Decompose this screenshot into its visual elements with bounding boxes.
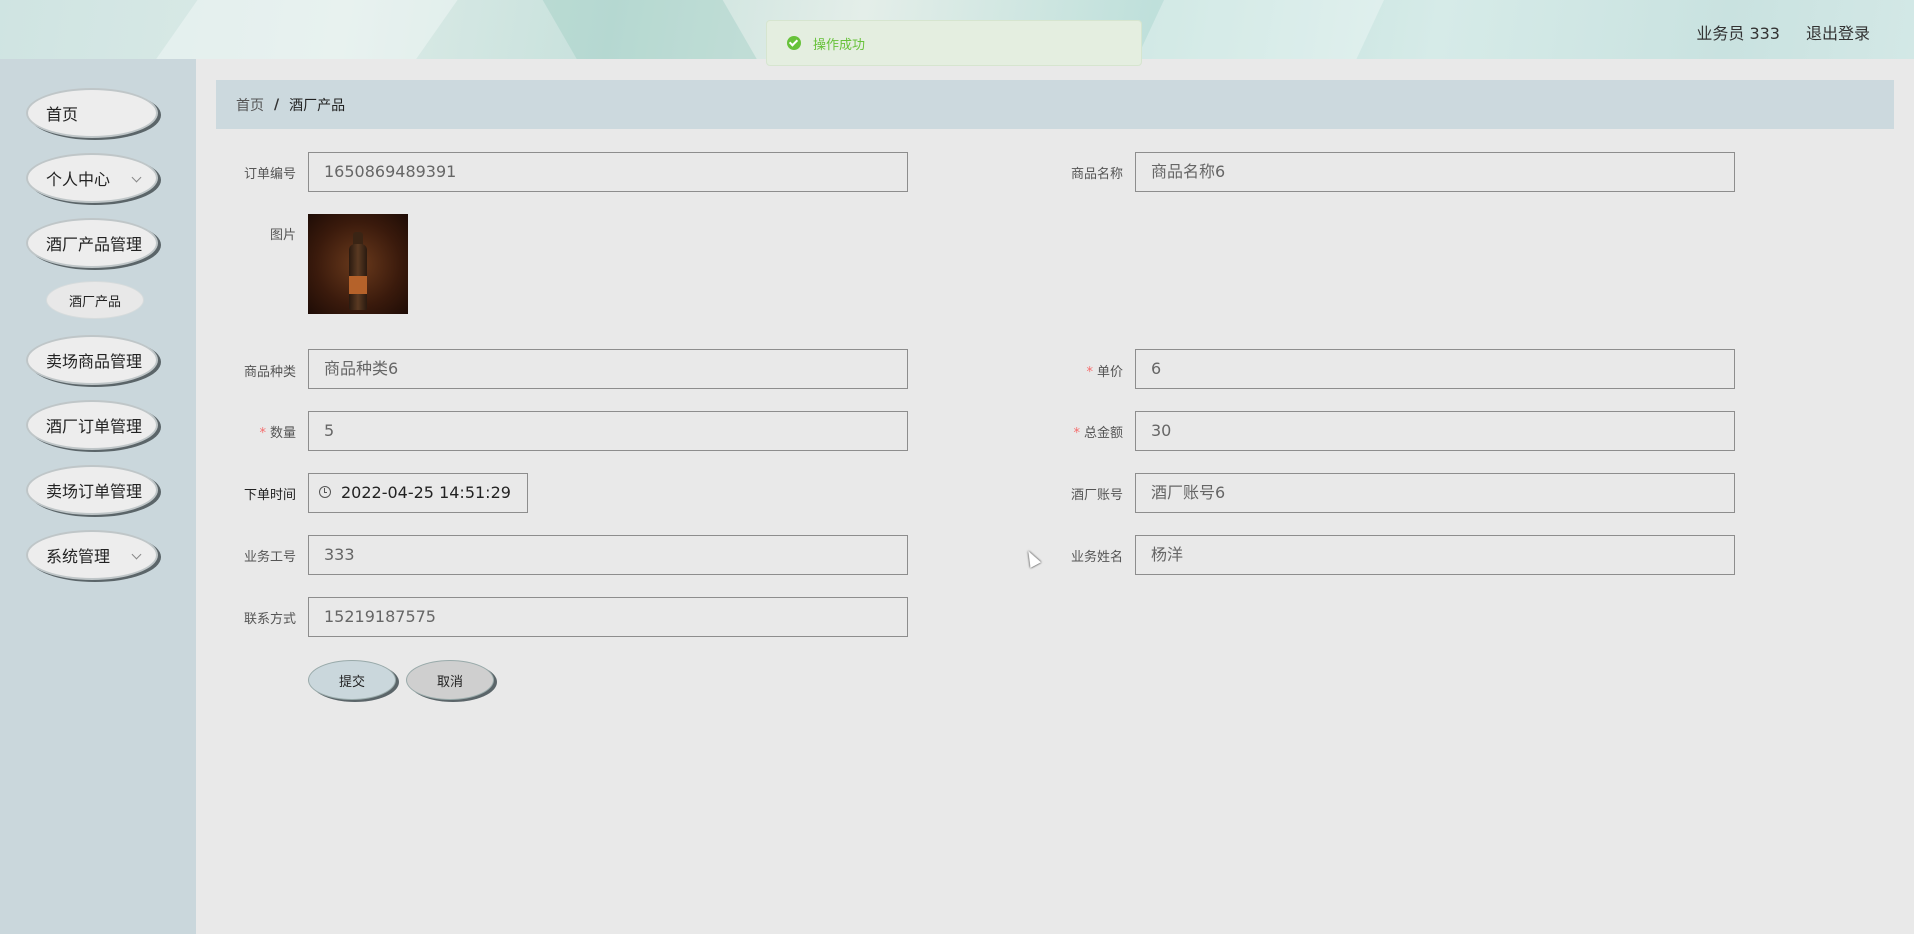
success-toast: 操作成功 — [766, 20, 1142, 66]
required-mark: * — [1073, 426, 1080, 441]
breadcrumb-home[interactable]: 首页 — [236, 95, 264, 115]
toast-text: 操作成功 — [813, 37, 866, 53]
staff-name-label: 业务姓名 — [1070, 550, 1123, 565]
check-circle-icon — [787, 36, 801, 50]
mouse-cursor — [1022, 548, 1042, 568]
sidebar-item-personal-center[interactable]: 个人中心 — [26, 153, 158, 203]
required-mark: * — [259, 426, 266, 441]
winery-account-label: 酒厂账号 — [1070, 488, 1123, 503]
order-time-label: 下单时间 — [243, 488, 296, 503]
sidebar-item-home[interactable]: 首页 — [26, 88, 158, 138]
sidebar-subitem-winery-product[interactable]: 酒厂产品 — [46, 281, 144, 319]
bottle-label — [349, 276, 367, 294]
sidebar-item-winery-orders[interactable]: 酒厂订单管理 — [26, 400, 158, 450]
order-no-field[interactable]: 1650869489391 — [308, 152, 908, 192]
staff-no-label: 业务工号 — [243, 550, 296, 565]
unit-price-field[interactable]: 6 — [1135, 349, 1735, 389]
total-field[interactable]: 30 — [1135, 411, 1735, 451]
chevron-down-icon — [131, 549, 142, 560]
total-label: * 总金额 — [1043, 422, 1123, 441]
staff-no-field[interactable]: 333 — [308, 535, 908, 575]
product-name-label: 商品名称 — [1070, 167, 1123, 182]
clock-icon — [319, 486, 331, 498]
sidebar-item-label: 系统管理 — [46, 547, 111, 566]
breadcrumb-separator: / — [274, 96, 280, 113]
quantity-field[interactable]: 5 — [308, 411, 908, 451]
breadcrumb: 首页 / 酒厂产品 — [216, 80, 1894, 129]
unit-price-label-text: 单价 — [1096, 365, 1123, 380]
sidebar-item-system[interactable]: 系统管理 — [26, 530, 158, 580]
sidebar-item-label: 酒厂订单管理 — [46, 417, 143, 436]
cancel-button[interactable]: 取消 — [406, 660, 494, 700]
header-decoration — [1131, 0, 1389, 59]
order-time-value: 2022-04-25 14:51:29 — [341, 483, 511, 502]
user-label: 业务员 333 — [1696, 24, 1780, 43]
sidebar-item-label: 卖场订单管理 — [46, 482, 143, 501]
header-decoration — [536, 0, 764, 59]
quantity-label-text: 数量 — [269, 426, 296, 441]
required-mark: * — [1086, 365, 1093, 380]
sidebar-item-label: 卖场商品管理 — [46, 352, 143, 371]
logout-link[interactable]: 退出登录 — [1806, 20, 1870, 44]
total-label-text: 总金额 — [1083, 426, 1123, 441]
sidebar-item-label: 个人中心 — [46, 170, 111, 189]
contact-field[interactable]: 15219187575 — [308, 597, 908, 637]
header-decoration — [148, 0, 472, 59]
sidebar-item-label: 首页 — [46, 105, 79, 124]
sidebar-item-store-products[interactable]: 卖场商品管理 — [26, 335, 158, 385]
breadcrumb-current: 酒厂产品 — [289, 97, 346, 114]
image-label: 图片 — [269, 228, 296, 243]
staff-name-field[interactable]: 杨洋 — [1135, 535, 1735, 575]
sidebar-item-winery-products[interactable]: 酒厂产品管理 — [26, 218, 158, 268]
category-field[interactable]: 商品种类6 — [308, 349, 908, 389]
chevron-down-icon — [131, 172, 142, 183]
sidebar: 首页 个人中心 酒厂产品管理 酒厂产品 卖场商品管理 酒厂订单管理 卖场订单管理… — [0, 59, 196, 934]
quantity-label: * 数量 — [216, 422, 296, 441]
product-image[interactable] — [308, 214, 408, 314]
submit-button[interactable]: 提交 — [308, 660, 396, 700]
unit-price-label: * 单价 — [1043, 361, 1123, 380]
sidebar-item-label: 酒厂产品管理 — [46, 235, 143, 254]
product-name-field[interactable]: 商品名称6 — [1135, 152, 1735, 192]
sidebar-item-store-orders[interactable]: 卖场订单管理 — [26, 465, 158, 515]
category-label: 商品种类 — [243, 365, 296, 380]
order-no-label: 订单编号 — [243, 167, 296, 182]
order-time-picker[interactable]: 2022-04-25 14:51:29 — [308, 473, 528, 513]
winery-account-field[interactable]: 酒厂账号6 — [1135, 473, 1735, 513]
contact-label: 联系方式 — [243, 612, 296, 627]
sidebar-item-label: 酒厂产品 — [68, 294, 121, 310]
